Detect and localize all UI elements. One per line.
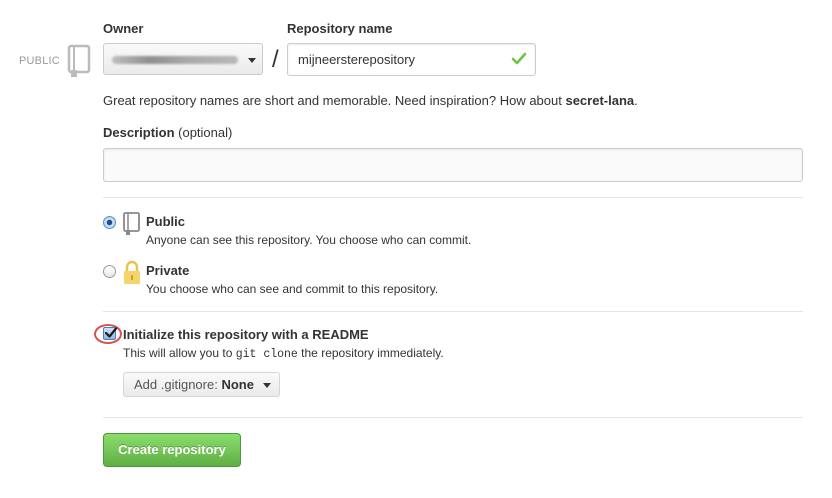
public-radio[interactable] [103, 216, 116, 229]
divider [103, 197, 803, 198]
private-option-desc: You choose who can see and commit to thi… [146, 282, 439, 296]
divider [103, 311, 803, 312]
description-label: Description (optional) [103, 125, 232, 140]
check-icon [511, 52, 527, 65]
public-option-title: Public [146, 214, 186, 229]
chevron-down-icon [248, 58, 256, 63]
readme-label: Initialize this repository with a README [123, 327, 369, 342]
create-repository-button[interactable]: Create repository [103, 433, 241, 467]
repo-name-label: Repository name [287, 21, 393, 36]
owner-label: Owner [103, 21, 144, 36]
lock-icon [122, 260, 142, 289]
private-option-title: Private [146, 263, 190, 278]
readme-desc-code: git clone [235, 348, 298, 361]
owner-repo-separator: / [272, 46, 279, 73]
readme-desc-end: the repository immediately. [297, 346, 444, 360]
repo-name-value: mijneersterepository [298, 52, 416, 67]
public-option-desc: Anyone can see this repository. You choo… [146, 233, 472, 247]
readme-desc: This will allow you to git clone the rep… [123, 346, 444, 361]
owner-value-redacted [112, 56, 238, 64]
public-book-icon [122, 212, 142, 239]
repo-name-input[interactable]: mijneersterepository [287, 43, 536, 76]
gitignore-dropdown[interactable]: Add .gitignore: None [123, 372, 280, 397]
name-hint-end: . [634, 93, 638, 108]
repo-book-icon [66, 44, 92, 81]
chevron-down-icon [262, 383, 271, 389]
description-label-text: Description [103, 125, 175, 140]
description-input[interactable] [103, 148, 803, 182]
readme-desc-text: This will allow you to [123, 346, 236, 360]
name-suggestion-link[interactable]: secret-lana [565, 93, 634, 108]
readme-checkbox[interactable] [103, 327, 118, 340]
gitignore-value: None [221, 377, 254, 392]
divider [103, 417, 803, 418]
name-hint-text: Great repository names are short and mem… [103, 93, 566, 108]
owner-select[interactable] [103, 43, 263, 75]
name-hint: Great repository names are short and mem… [103, 93, 638, 108]
checkmark-icon [104, 327, 118, 338]
visibility-side-label: PUBLIC [19, 55, 60, 67]
gitignore-prefix: Add .gitignore: [134, 377, 218, 392]
description-optional: (optional) [178, 125, 233, 140]
private-radio[interactable] [103, 265, 116, 278]
